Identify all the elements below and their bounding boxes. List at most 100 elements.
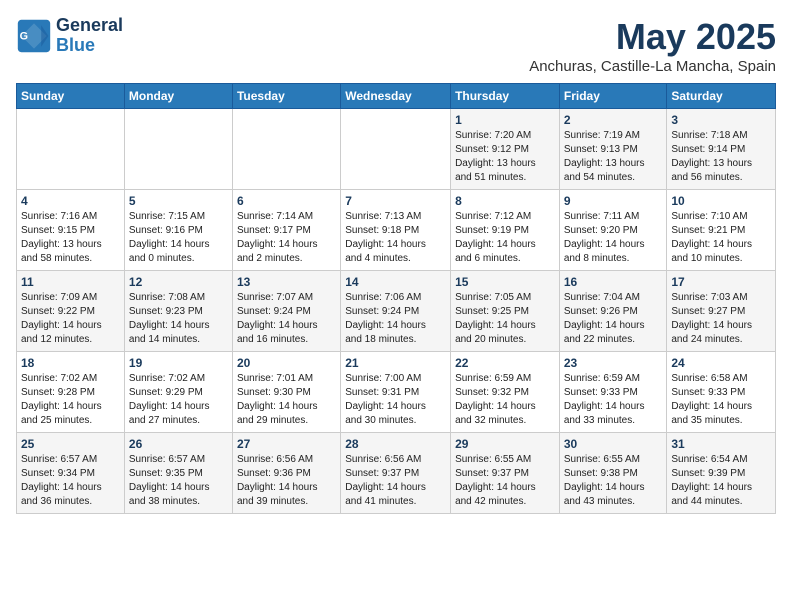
day-cell: 24 Sunrise: 6:58 AM Sunset: 9:33 PM Dayli… xyxy=(667,352,776,433)
day-cell: 7 Sunrise: 7:13 AM Sunset: 9:18 PM Daylig… xyxy=(341,190,451,271)
day-number: 10 xyxy=(671,194,771,208)
day-cell: 25 Sunrise: 6:57 AM Sunset: 9:34 PM Dayli… xyxy=(17,433,125,514)
header-cell-monday: Monday xyxy=(124,84,232,109)
day-number: 18 xyxy=(21,356,120,370)
day-info: Sunrise: 6:57 AM Sunset: 9:34 PM Dayligh… xyxy=(21,453,120,509)
day-cell xyxy=(232,109,340,190)
header-cell-tuesday: Tuesday xyxy=(232,84,340,109)
day-cell: 16 Sunrise: 7:04 AM Sunset: 9:26 PM Dayli… xyxy=(559,271,667,352)
day-cell: 28Sunrise: 6:56 AM Sunset: 9:37 PM Dayli… xyxy=(341,433,451,514)
day-info: Sunrise: 7:01 AM Sunset: 9:30 PM Dayligh… xyxy=(237,372,336,428)
day-cell: 31Sunrise: 6:54 AM Sunset: 9:39 PM Dayli… xyxy=(667,433,776,514)
day-cell: 8 Sunrise: 7:12 AM Sunset: 9:19 PM Daylig… xyxy=(451,190,560,271)
day-number: 2 xyxy=(564,113,663,127)
day-cell xyxy=(124,109,232,190)
title-block: May 2025 Anchuras, Castille-La Mancha, S… xyxy=(529,16,776,75)
day-info: Sunrise: 6:59 AM Sunset: 9:32 PM Dayligh… xyxy=(455,372,555,428)
day-cell: 22 Sunrise: 6:59 AM Sunset: 9:32 PM Dayli… xyxy=(451,352,560,433)
day-info: Sunrise: 6:55 AM Sunset: 9:37 PM Dayligh… xyxy=(455,453,555,509)
day-info: Sunrise: 7:13 AM Sunset: 9:18 PM Dayligh… xyxy=(345,210,446,266)
day-number: 28 xyxy=(345,437,446,451)
day-cell: 21Sunrise: 7:00 AM Sunset: 9:31 PM Dayli… xyxy=(341,352,451,433)
day-info: Sunrise: 7:02 AM Sunset: 9:28 PM Dayligh… xyxy=(21,372,120,428)
day-number: 7 xyxy=(345,194,446,208)
day-info: Sunrise: 7:02 AM Sunset: 9:29 PM Dayligh… xyxy=(129,372,228,428)
day-cell: 10 Sunrise: 7:10 AM Sunset: 9:21 PM Dayli… xyxy=(667,190,776,271)
day-number: 30 xyxy=(564,437,663,451)
header-cell-friday: Friday xyxy=(559,84,667,109)
location-subtitle: Anchuras, Castille-La Mancha, Spain xyxy=(529,58,776,75)
day-info: Sunrise: 7:09 AM Sunset: 9:22 PM Dayligh… xyxy=(21,291,120,347)
logo-text: General Blue xyxy=(56,16,123,56)
day-cell: 20Sunrise: 7:01 AM Sunset: 9:30 PM Dayli… xyxy=(232,352,340,433)
day-info: Sunrise: 6:58 AM Sunset: 9:33 PM Dayligh… xyxy=(671,372,771,428)
day-info: Sunrise: 6:56 AM Sunset: 9:36 PM Dayligh… xyxy=(237,453,336,509)
day-cell: 12 Sunrise: 7:08 AM Sunset: 9:23 PM Dayli… xyxy=(124,271,232,352)
day-cell: 2 Sunrise: 7:19 AM Sunset: 9:13 PM Daylig… xyxy=(559,109,667,190)
day-cell: 26 Sunrise: 6:57 AM Sunset: 9:35 PM Dayli… xyxy=(124,433,232,514)
day-info: Sunrise: 7:03 AM Sunset: 9:27 PM Dayligh… xyxy=(671,291,771,347)
day-info: Sunrise: 7:20 AM Sunset: 9:12 PM Dayligh… xyxy=(455,129,555,185)
day-number: 15 xyxy=(455,275,555,289)
day-cell: 27 Sunrise: 6:56 AM Sunset: 9:36 PM Dayli… xyxy=(232,433,340,514)
day-cell: 13 Sunrise: 7:07 AM Sunset: 9:24 PM Dayli… xyxy=(232,271,340,352)
day-cell xyxy=(17,109,125,190)
day-info: Sunrise: 7:07 AM Sunset: 9:24 PM Dayligh… xyxy=(237,291,336,347)
day-info: Sunrise: 7:12 AM Sunset: 9:19 PM Dayligh… xyxy=(455,210,555,266)
day-cell: 29 Sunrise: 6:55 AM Sunset: 9:37 PM Dayli… xyxy=(451,433,560,514)
day-number: 16 xyxy=(564,275,663,289)
day-number: 31 xyxy=(671,437,771,451)
day-cell: 17 Sunrise: 7:03 AM Sunset: 9:27 PM Dayli… xyxy=(667,271,776,352)
day-number: 29 xyxy=(455,437,555,451)
header-cell-thursday: Thursday xyxy=(451,84,560,109)
calendar-header: SundayMondayTuesdayWednesdayThursdayFrid… xyxy=(17,84,776,109)
day-number: 23 xyxy=(564,356,663,370)
day-info: Sunrise: 7:14 AM Sunset: 9:17 PM Dayligh… xyxy=(237,210,336,266)
day-cell: 18 Sunrise: 7:02 AM Sunset: 9:28 PM Dayli… xyxy=(17,352,125,433)
header-cell-wednesday: Wednesday xyxy=(341,84,451,109)
day-number: 12 xyxy=(129,275,228,289)
day-info: Sunrise: 7:10 AM Sunset: 9:21 PM Dayligh… xyxy=(671,210,771,266)
day-info: Sunrise: 7:11 AM Sunset: 9:20 PM Dayligh… xyxy=(564,210,663,266)
day-info: Sunrise: 7:19 AM Sunset: 9:13 PM Dayligh… xyxy=(564,129,663,185)
svg-text:G: G xyxy=(20,30,28,42)
day-number: 5 xyxy=(129,194,228,208)
day-cell: 23 Sunrise: 6:59 AM Sunset: 9:33 PM Dayli… xyxy=(559,352,667,433)
day-number: 24 xyxy=(671,356,771,370)
day-info: Sunrise: 7:08 AM Sunset: 9:23 PM Dayligh… xyxy=(129,291,228,347)
day-number: 19 xyxy=(129,356,228,370)
day-number: 22 xyxy=(455,356,555,370)
day-cell: 11 Sunrise: 7:09 AM Sunset: 9:22 PM Dayli… xyxy=(17,271,125,352)
month-title: May 2025 xyxy=(529,16,776,58)
calendar-table: SundayMondayTuesdayWednesdayThursdayFrid… xyxy=(16,83,776,514)
day-info: Sunrise: 6:55 AM Sunset: 9:38 PM Dayligh… xyxy=(564,453,663,509)
day-number: 14 xyxy=(345,275,446,289)
day-cell: 6Sunrise: 7:14 AM Sunset: 9:17 PM Daylig… xyxy=(232,190,340,271)
day-number: 3 xyxy=(671,113,771,127)
day-info: Sunrise: 7:16 AM Sunset: 9:15 PM Dayligh… xyxy=(21,210,120,266)
day-number: 4 xyxy=(21,194,120,208)
week-row-4: 18 Sunrise: 7:02 AM Sunset: 9:28 PM Dayli… xyxy=(17,352,776,433)
day-number: 8 xyxy=(455,194,555,208)
day-number: 11 xyxy=(21,275,120,289)
day-cell xyxy=(341,109,451,190)
day-info: Sunrise: 7:04 AM Sunset: 9:26 PM Dayligh… xyxy=(564,291,663,347)
day-cell: 9Sunrise: 7:11 AM Sunset: 9:20 PM Daylig… xyxy=(559,190,667,271)
day-number: 26 xyxy=(129,437,228,451)
header-cell-sunday: Sunday xyxy=(17,84,125,109)
day-number: 27 xyxy=(237,437,336,451)
day-number: 17 xyxy=(671,275,771,289)
day-info: Sunrise: 7:05 AM Sunset: 9:25 PM Dayligh… xyxy=(455,291,555,347)
day-number: 25 xyxy=(21,437,120,451)
day-cell: 15 Sunrise: 7:05 AM Sunset: 9:25 PM Dayli… xyxy=(451,271,560,352)
day-cell: 30 Sunrise: 6:55 AM Sunset: 9:38 PM Dayli… xyxy=(559,433,667,514)
day-cell: 4 Sunrise: 7:16 AM Sunset: 9:15 PM Daylig… xyxy=(17,190,125,271)
day-cell: 19 Sunrise: 7:02 AM Sunset: 9:29 PM Dayli… xyxy=(124,352,232,433)
day-info: Sunrise: 7:06 AM Sunset: 9:24 PM Dayligh… xyxy=(345,291,446,347)
day-number: 13 xyxy=(237,275,336,289)
day-info: Sunrise: 6:59 AM Sunset: 9:33 PM Dayligh… xyxy=(564,372,663,428)
logo: G General Blue xyxy=(16,16,123,56)
day-number: 1 xyxy=(455,113,555,127)
day-info: Sunrise: 6:57 AM Sunset: 9:35 PM Dayligh… xyxy=(129,453,228,509)
day-info: Sunrise: 7:18 AM Sunset: 9:14 PM Dayligh… xyxy=(671,129,771,185)
